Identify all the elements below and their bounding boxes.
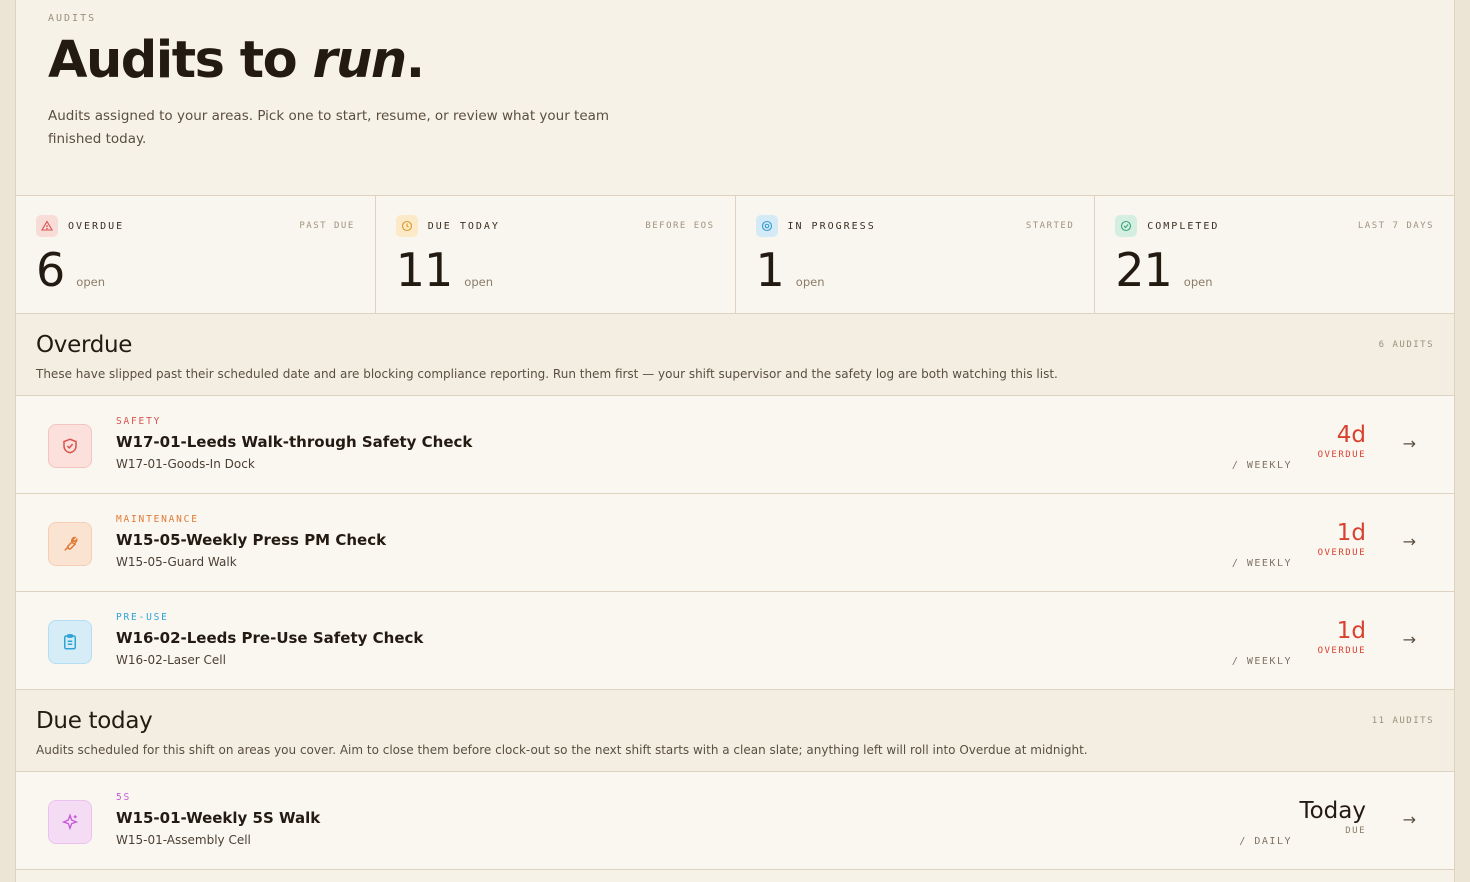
audit-category: MAINTENANCE [116,514,199,525]
stat-hint: LAST 7 DAYS [1357,221,1434,231]
stat-value: 11 [395,243,454,297]
sparkle-icon [48,800,92,844]
wrench-icon [48,522,92,566]
shield-check-icon [48,424,92,468]
audit-due-value: 1d [1336,618,1366,644]
audit-sections: Overdue 6 AUDITS These have slipped past… [16,314,1454,870]
audit-row[interactable]: PRE-USE W16-02-Leeds Pre-Use Safety Chec… [16,592,1454,690]
stat-value: 6 [36,243,65,297]
audit-due: 4d OVERDUE [1318,422,1366,460]
audit-category: PRE-USE [116,612,169,623]
section-header-due-today: Due today 11 AUDITS Audits scheduled for… [16,690,1454,772]
audit-frequency: / WEEKLY [1231,460,1292,471]
stat-hint: PAST DUE [299,221,355,231]
audit-category: SAFETY [116,416,162,427]
alert-triangle-icon [36,215,58,237]
audit-title[interactable]: W16-02-Leeds Pre-Use Safety Check [116,629,423,647]
stat-hint: STARTED [1025,221,1075,231]
section-title: Overdue [36,332,133,358]
stat-unit: open [76,275,105,289]
clipboard-icon [48,620,92,664]
audit-due: Today DUE [1299,798,1366,836]
stat-value: 21 [1115,243,1173,297]
audit-category: 5S [116,792,132,803]
audit-row-body: MAINTENANCE W15-05-Weekly Press PM Check… [116,514,386,569]
page-eyebrow: AUDITS [48,13,97,24]
stat-unit: open [1183,275,1213,289]
section-description: These have slipped past their scheduled … [36,367,1058,381]
audit-row[interactable]: SAFETY W17-01-Leeds Walk-through Safety … [16,396,1454,494]
audit-due-value: 1d [1336,520,1366,546]
audit-due-label: OVERDUE [1317,450,1366,460]
stat-card-due-today[interactable]: DUE TODAY BEFORE EOS 11 open [376,196,736,313]
title-end: . [405,31,425,90]
section-header-overdue: Overdue 6 AUDITS These have slipped past… [16,314,1454,396]
stat-label: DUE TODAY [427,220,500,232]
page-header: AUDITS Audits to run. Audits assigned to… [16,0,1454,196]
section-title: Due today [36,708,153,734]
arrow-right-icon[interactable]: → [1403,810,1416,829]
audit-frequency: / WEEKLY [1231,656,1292,667]
audit-area: W15-01-Assembly Cell [116,833,251,847]
audit-area: W17-01-Goods-In Dock [116,457,255,471]
audit-row-body: SAFETY W17-01-Leeds Walk-through Safety … [116,416,472,471]
clock-icon [395,215,418,237]
section-count: 6 AUDITS [1378,340,1434,350]
stat-hint: BEFORE EOS [645,221,715,231]
page-subtitle: Audits assigned to your areas. Pick one … [48,108,610,148]
stat-unit: open [464,275,493,289]
audit-due-value: Today [1299,798,1366,824]
audit-due: 1d OVERDUE [1318,618,1366,656]
stat-card-overdue[interactable]: OVERDUE PAST DUE 6 open [16,196,376,313]
title-main: Audits to [48,31,313,90]
stat-card-in-progress[interactable]: IN PROGRESS STARTED 1 open [736,196,1096,313]
audit-frequency: / DAILY [1239,836,1292,847]
audit-title[interactable]: W17-01-Leeds Walk-through Safety Check [116,433,472,451]
audit-row[interactable]: MAINTENANCE W15-05-Weekly Press PM Check… [16,494,1454,592]
audit-row[interactable]: 5S W15-01-Weekly 5S Walk W15-01-Assembly… [16,772,1454,870]
section-count: 11 AUDITS [1371,716,1434,726]
stat-label: IN PROGRESS [787,220,876,232]
audits-page: AUDITS Audits to run. Audits assigned to… [15,0,1455,882]
stat-label: COMPLETED [1147,220,1220,232]
audit-due-label: OVERDUE [1317,548,1366,558]
audit-frequency: / WEEKLY [1231,558,1292,569]
section-description: Audits scheduled for this shift on areas… [36,743,1088,757]
arrow-right-icon[interactable]: → [1403,532,1416,551]
audit-due-label: OVERDUE [1317,646,1366,656]
arrow-right-icon[interactable]: → [1403,630,1416,649]
audit-row-body: 5S W15-01-Weekly 5S Walk W15-01-Assembly… [116,792,320,847]
stat-label: OVERDUE [68,220,125,232]
audit-area: W16-02-Laser Cell [116,653,226,667]
check-circle-icon [1115,215,1138,237]
audit-area: W15-05-Guard Walk [116,555,237,569]
audit-due-label: DUE [1345,826,1366,836]
stat-card-completed[interactable]: COMPLETED LAST 7 DAYS 21 open [1095,196,1454,313]
audit-due-value: 4d [1336,422,1366,448]
audit-row-body: PRE-USE W16-02-Leeds Pre-Use Safety Chec… [116,612,423,667]
page-title: Audits to run. [48,31,1422,90]
audit-title[interactable]: W15-05-Weekly Press PM Check [116,531,386,549]
stats-bar: OVERDUE PAST DUE 6 open DUE TODAY BEFORE… [16,196,1454,314]
stat-value: 1 [755,243,785,297]
title-emphasis: run [312,31,407,90]
target-icon [755,215,778,237]
audit-due: 1d OVERDUE [1318,520,1366,558]
arrow-right-icon[interactable]: → [1403,434,1416,453]
audit-title[interactable]: W15-01-Weekly 5S Walk [116,809,320,827]
stat-unit: open [795,275,825,289]
